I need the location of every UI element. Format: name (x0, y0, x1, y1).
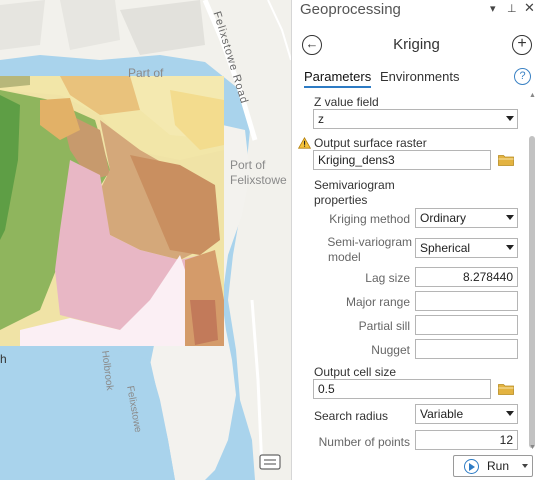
close-icon[interactable]: ✕ (524, 0, 535, 16)
pane-title: Geoprocessing (300, 1, 401, 18)
pane-header: Geoprocessing ▾ ⊥ ✕ (292, 0, 540, 22)
tool-header: ← Kriging + (292, 30, 540, 60)
chevron-down-icon (506, 116, 514, 121)
z-value-field-value: z (318, 112, 324, 126)
output-cell-size-label: Output cell size (314, 365, 397, 379)
chevron-down-icon (506, 245, 514, 250)
major-range-label: Major range (345, 295, 410, 309)
output-cell-size-input[interactable]: 0.5 (313, 379, 491, 399)
semivariogram-model-value: Spherical (420, 241, 471, 255)
tab-parameters[interactable]: Parameters (304, 69, 372, 88)
menu-icon[interactable]: ▾ (490, 2, 496, 15)
help-icon[interactable]: ? (514, 68, 531, 85)
pin-icon[interactable]: ⊥ (507, 2, 517, 15)
scrollbar-thumb[interactable] (529, 136, 535, 448)
partial-sill-input[interactable] (415, 315, 518, 335)
tab-environments[interactable]: Environments (380, 69, 459, 84)
area-label: Part of (128, 66, 164, 80)
legend-icon[interactable] (258, 452, 282, 472)
run-button[interactable]: Run (453, 455, 533, 477)
kriging-method-value: Ordinary (420, 211, 467, 225)
lag-size-input[interactable]: 8.278440 (415, 267, 518, 287)
number-of-points-input[interactable]: 12 (415, 430, 518, 450)
tool-title: Kriging (393, 36, 440, 53)
map-view[interactable]: Felixstowe Road Part of Port of Felixsto… (0, 0, 291, 480)
semivariogram-model-label-line2: model (328, 250, 361, 264)
play-icon (464, 459, 479, 474)
number-of-points-value: 12 (499, 433, 513, 447)
search-radius-label: Search radius (314, 409, 389, 423)
chevron-down-icon (506, 215, 514, 220)
output-surface-raster-label: Output surface raster (314, 136, 427, 150)
semivariogram-label-line1: Semivariogram (314, 178, 395, 192)
chevron-down-icon (506, 411, 514, 416)
kriging-method-select[interactable]: Ordinary (415, 208, 518, 228)
semivariogram-model-label-line1: Semi-variogram (327, 235, 412, 249)
nugget-label: Nugget (371, 343, 410, 357)
add-icon[interactable]: + (512, 35, 532, 55)
number-of-points-label: Number of points (318, 435, 410, 449)
nugget-input[interactable] (415, 339, 518, 359)
semivariogram-label-line2: properties (314, 193, 368, 207)
major-range-input[interactable] (415, 291, 518, 311)
output-surface-raster-value: Kriging_dens3 (318, 153, 395, 167)
kriging-method-label: Kriging method (329, 212, 410, 226)
partial-sill-label: Partial sill (358, 319, 410, 333)
lag-size-value: 8.278440 (462, 270, 513, 284)
output-surface-raster-input[interactable]: Kriging_dens3 (313, 150, 491, 170)
semivariogram-model-select[interactable]: Spherical (415, 238, 518, 258)
run-label: Run (487, 459, 510, 473)
scrollbar[interactable]: ▲ ▼ (527, 92, 537, 454)
back-arrow-icon[interactable]: ← (302, 35, 322, 55)
port-label-line1: Port of (230, 158, 266, 172)
folder-icon[interactable] (498, 383, 514, 395)
parameters-list: Z value field z Output surface raster Kr… (292, 92, 526, 454)
port-label-line2: Felixstowe (230, 173, 287, 187)
search-radius-value: Variable (420, 407, 464, 421)
chevron-down-icon[interactable] (522, 464, 528, 468)
scroll-up-icon[interactable]: ▲ (529, 92, 536, 99)
z-value-field-label: Z value field (314, 95, 379, 109)
output-cell-size-value: 0.5 (318, 382, 335, 396)
scroll-down-icon[interactable]: ▼ (529, 444, 536, 451)
folder-icon[interactable] (498, 154, 514, 166)
warning-icon (298, 137, 311, 149)
search-radius-select[interactable]: Variable (415, 404, 518, 424)
z-value-field-select[interactable]: z (313, 109, 518, 129)
edge-label: h (0, 352, 7, 366)
geoprocessing-pane: Geoprocessing ▾ ⊥ ✕ ← Kriging + Paramete… (291, 0, 540, 480)
lag-size-label: Lag size (365, 271, 410, 285)
